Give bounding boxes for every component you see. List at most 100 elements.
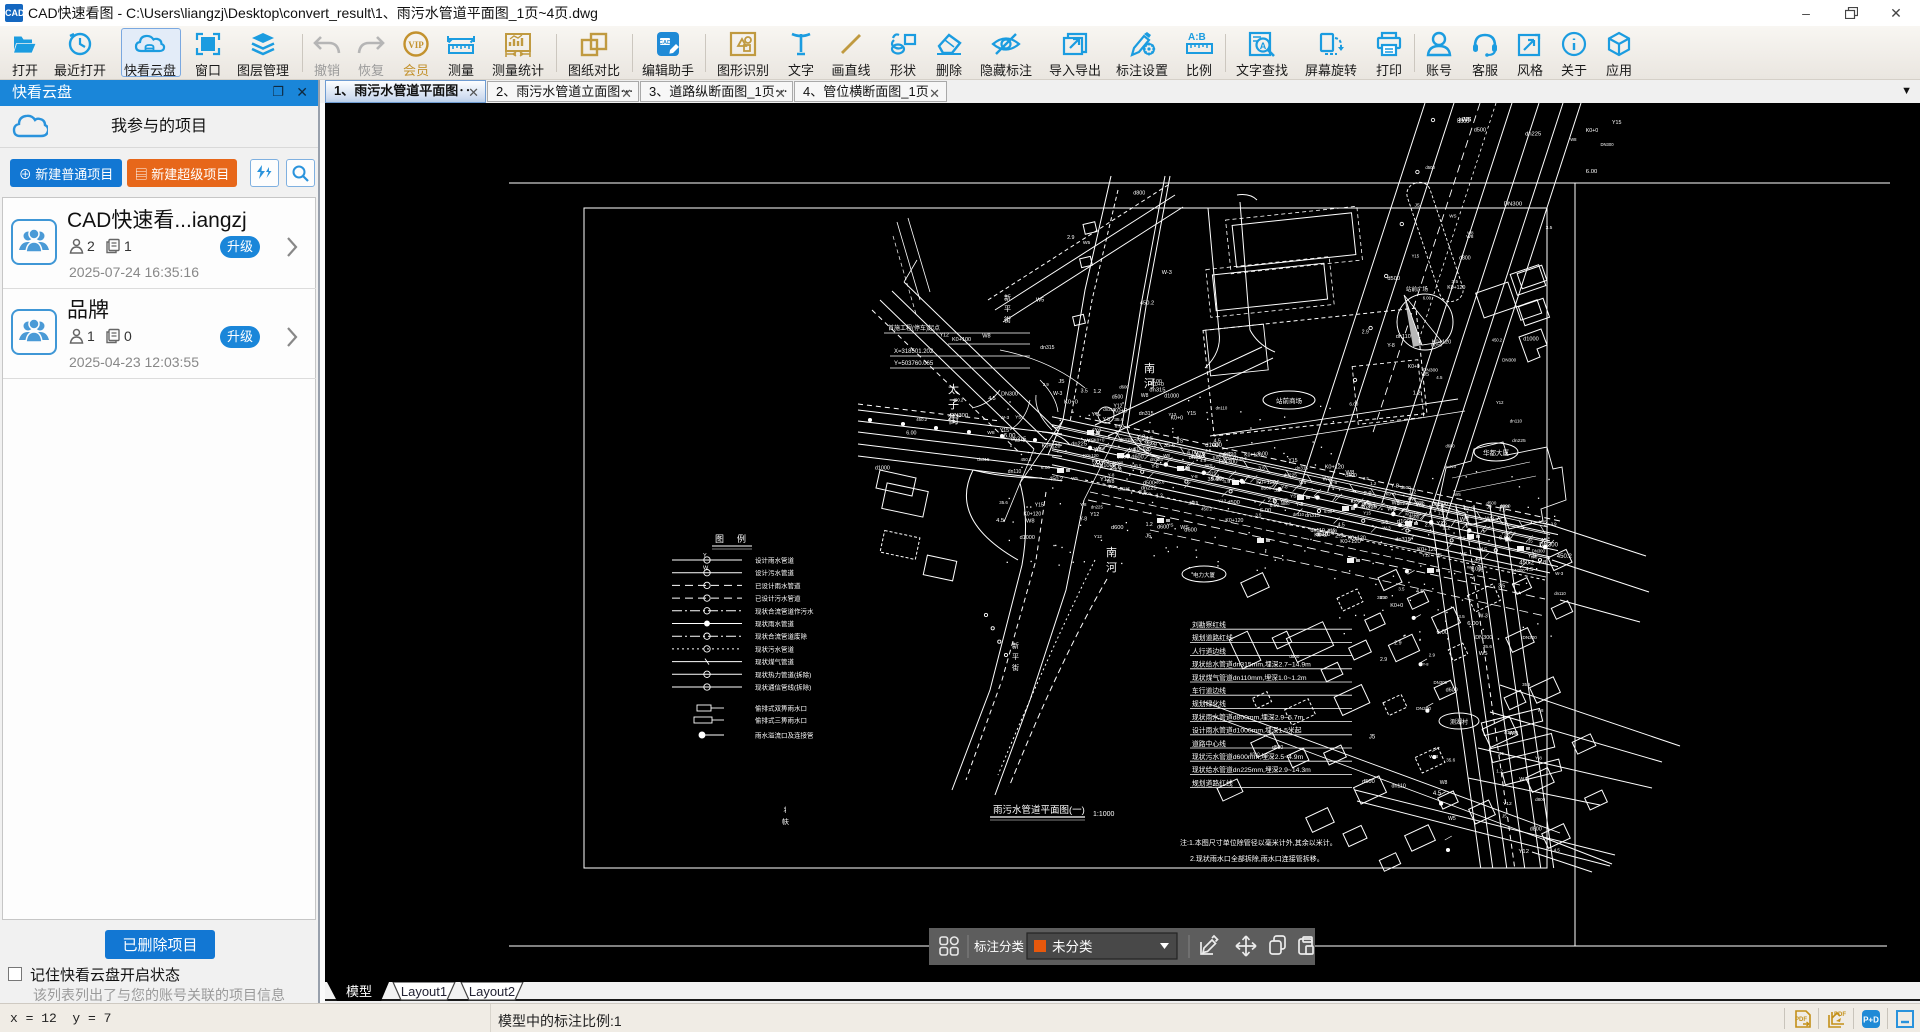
svg-text:dn225: dn225: [1457, 117, 1471, 123]
svg-text:3.5: 3.5: [1188, 501, 1195, 506]
svg-text:2.9: 2.9: [1043, 382, 1049, 387]
svg-text:J5: J5: [1369, 735, 1376, 741]
svg-text:K0+0: K0+0: [1015, 438, 1026, 443]
svg-text:450.2: 450.2: [1049, 476, 1063, 482]
svg-text:VIP: VIP: [408, 40, 424, 50]
svg-text:W-3: W-3: [1467, 565, 1475, 570]
svg-text:dn225: dn225: [1141, 486, 1157, 492]
svg-text:dn315: dn315: [1203, 471, 1217, 477]
svg-text:DN300: DN300: [1434, 680, 1448, 685]
svg-text:规划道路红线: 规划道路红线: [1192, 778, 1233, 787]
svg-text:K0+0: K0+0: [1586, 128, 1599, 134]
svg-text:450.2: 450.2: [1492, 338, 1503, 343]
svg-text:Y12: Y12: [1496, 400, 1504, 405]
svg-text:d500: d500: [1327, 528, 1338, 533]
svg-text:d500: d500: [1227, 500, 1239, 506]
svg-text:W5: W5: [1071, 476, 1078, 481]
svg-text:W8: W8: [1345, 470, 1355, 476]
svg-text:d800: d800: [1459, 256, 1471, 262]
svg-text:450.2: 450.2: [1201, 507, 1213, 512]
svg-text:dn225: dn225: [1118, 486, 1130, 491]
svg-text:街: 街: [1012, 663, 1019, 672]
svg-text:6.00: 6.00: [1499, 536, 1510, 542]
svg-text:Y-8: Y-8: [1423, 661, 1430, 666]
svg-text:d1000: d1000: [1504, 730, 1518, 736]
svg-text:W8: W8: [1466, 234, 1474, 240]
svg-text:Y-8: Y-8: [1285, 521, 1292, 526]
svg-text:dn110: dn110: [1396, 334, 1411, 340]
svg-text:450.2: 450.2: [1021, 457, 1032, 462]
svg-text:Y-8: Y-8: [1535, 755, 1542, 760]
svg-text:规划道路红线: 规划道路红线: [1192, 633, 1233, 642]
svg-text:A:B: A:B: [1188, 32, 1206, 43]
svg-text:35.6: 35.6: [1522, 682, 1531, 687]
svg-text:Y12: Y12: [1503, 801, 1512, 807]
svg-text:WS: WS: [1083, 438, 1091, 443]
svg-text:规划绿化线: 规划绿化线: [1192, 699, 1226, 708]
svg-text:J5: J5: [1415, 202, 1420, 208]
svg-text:6.00: 6.00: [906, 431, 916, 437]
svg-text:WS: WS: [1440, 508, 1447, 513]
svg-text:Y-8: Y-8: [1528, 553, 1536, 559]
svg-text:W-3: W-3: [1001, 415, 1010, 421]
svg-text:4.5: 4.5: [1214, 439, 1221, 445]
svg-text:Y15: Y15: [1288, 458, 1297, 464]
svg-text:d500: d500: [1487, 501, 1497, 506]
svg-text:450.2: 450.2: [953, 398, 964, 403]
svg-text:Y-8: Y-8: [1093, 447, 1102, 453]
svg-text:Y15: Y15: [1195, 452, 1205, 458]
svg-text:K0+0: K0+0: [1224, 456, 1239, 462]
svg-text:dn315: dn315: [1295, 465, 1308, 470]
svg-text:W8: W8: [1026, 518, 1035, 524]
svg-text:DN300: DN300: [1475, 635, 1492, 641]
svg-text:YS: YS: [1167, 523, 1173, 529]
svg-text:Y12: Y12: [1090, 512, 1099, 518]
svg-text:WS: WS: [1387, 507, 1397, 513]
svg-text:35.6: 35.6: [1156, 480, 1165, 485]
svg-text:4.5: 4.5: [1416, 589, 1423, 595]
svg-text:平: 平: [1012, 653, 1019, 661]
svg-text:Y15: Y15: [1412, 253, 1420, 258]
svg-text:J5: J5: [1145, 534, 1151, 540]
svg-text:W5: W5: [1131, 438, 1138, 443]
svg-text:K0+0: K0+0: [1431, 342, 1442, 347]
svg-text:注:1.本图尺寸单位除管径以毫米计外,其余以米计。: 注:1.本图尺寸单位除管径以毫米计外,其余以米计。: [1180, 838, 1337, 847]
svg-text:4.5: 4.5: [1338, 523, 1345, 529]
svg-text:W-3: W-3: [1053, 391, 1062, 397]
svg-text:450.2: 450.2: [1557, 554, 1573, 560]
svg-text:6.00: 6.00: [1115, 423, 1125, 429]
svg-text:2.9: 2.9: [1268, 498, 1276, 504]
svg-text:d500: d500: [1272, 745, 1283, 751]
svg-text:4.5: 4.5: [1436, 375, 1443, 380]
svg-text:DN300: DN300: [1504, 202, 1523, 208]
svg-text:现状污水管道: 现状污水管道: [755, 644, 795, 653]
svg-text:YS: YS: [1290, 494, 1296, 500]
svg-text:设计污水管道: 设计污水管道: [755, 568, 795, 577]
svg-text:dn110: dn110: [1510, 419, 1523, 424]
svg-text:35.6: 35.6: [1164, 443, 1176, 449]
svg-text:d500: d500: [1362, 779, 1375, 785]
svg-text:偷排式三箅雨水口: 偷排式三箅雨水口: [755, 716, 807, 725]
svg-text:首施工程(停车)起点: 首施工程(停车)起点: [888, 324, 940, 332]
svg-text:W-3: W-3: [1519, 777, 1529, 783]
svg-text:Y-8: Y-8: [1281, 484, 1288, 489]
svg-text:J5: J5: [1528, 539, 1533, 544]
svg-text:Layout2: Layout2: [469, 984, 515, 999]
svg-text:K0+0: K0+0: [1064, 400, 1079, 406]
svg-text:人行道边线: 人行道边线: [1192, 646, 1226, 655]
svg-text:dn225: dn225: [1091, 504, 1104, 509]
svg-text:W5: W5: [1036, 298, 1044, 304]
svg-text:W8: W8: [1163, 453, 1170, 458]
svg-text:d500: d500: [1112, 394, 1123, 400]
svg-text:1.2: 1.2: [1442, 525, 1450, 531]
svg-text:Y: Y: [703, 553, 707, 559]
svg-text:河: 河: [1106, 561, 1117, 574]
svg-text:P+D: P+D: [1863, 1016, 1879, 1025]
svg-text:Y15: Y15: [1477, 548, 1487, 554]
svg-text:dn110: dn110: [1008, 469, 1022, 475]
svg-text:d500: d500: [1289, 654, 1300, 659]
svg-text:dn225: dn225: [1284, 472, 1298, 478]
svg-text:未分类: 未分类: [1052, 940, 1093, 955]
svg-text:J5: J5: [1478, 568, 1485, 574]
svg-text:K0+100: K0+100: [952, 337, 971, 343]
